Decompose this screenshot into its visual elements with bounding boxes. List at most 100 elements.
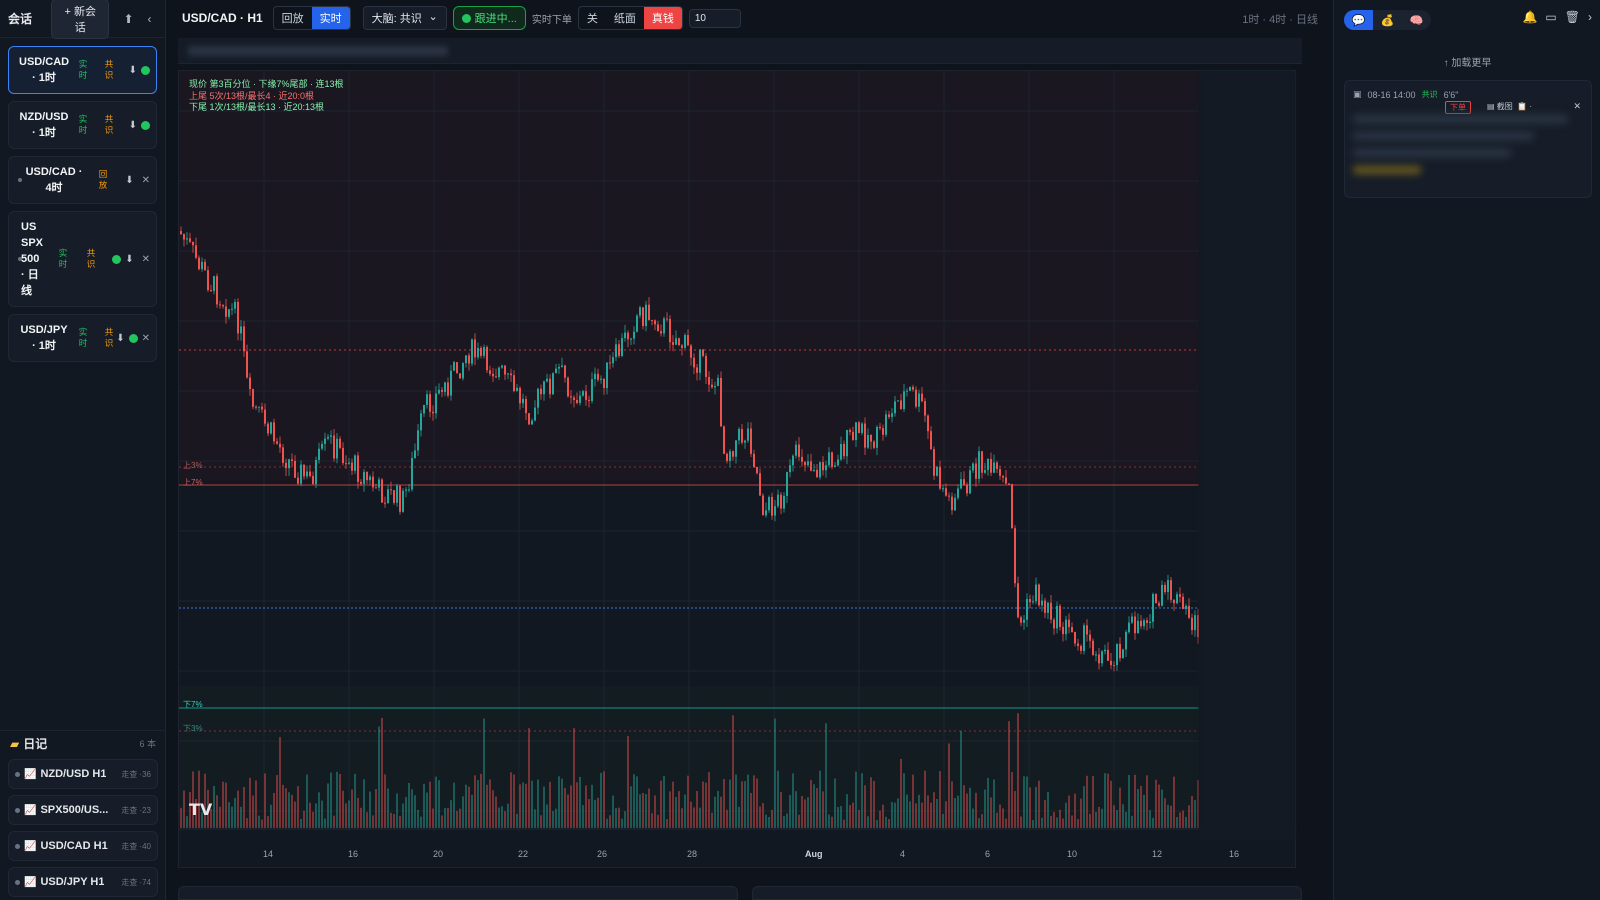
candle-body [687, 334, 689, 346]
screenshot-button[interactable]: ▤ 截图 📋 · [1487, 101, 1532, 112]
message-card[interactable]: ▣ 08-16 14:00 共识 6'6" 下单 ▤ 截图 📋 · ✕ [1344, 80, 1592, 198]
load-more-button[interactable]: ↑ 加载更早 [1334, 54, 1600, 69]
candle-body [681, 345, 683, 348]
bottom-panel-left[interactable] [178, 886, 738, 900]
card-icon[interactable]: ▭ [1545, 10, 1556, 24]
candle-body [438, 389, 440, 394]
download-icon[interactable]: ⬇ [125, 254, 133, 265]
candle-body [1161, 584, 1163, 606]
collapse-sidebar-icon[interactable]: ‹ [142, 12, 157, 26]
volume-bar [897, 798, 899, 828]
order-off-button[interactable]: 关 [579, 7, 606, 29]
volume-bar [1065, 802, 1067, 828]
volume-bar [564, 787, 566, 828]
candle-body [1053, 619, 1055, 629]
candle-body [198, 257, 200, 270]
volume-bar [867, 816, 869, 828]
candle-body [816, 469, 818, 478]
volume-bar [414, 795, 416, 828]
volume-bar [921, 802, 923, 828]
journal-count: 6 本 [139, 739, 156, 749]
session-item-usdcad-4h[interactable]: USD/CAD · 4时 回放 ⬇ ✕ [8, 156, 157, 204]
volume-bar [720, 796, 722, 828]
candle-body [489, 370, 491, 374]
candle-body [1047, 602, 1049, 613]
bell-icon[interactable]: 🔔 [1522, 10, 1537, 24]
timeframe-links[interactable]: 1时 · 4时 · 日线 [1242, 11, 1318, 27]
session-item-usdjpy-1h[interactable]: USD/JPY · 1时 实时 共识 ⬇ ✕ [8, 314, 157, 362]
brain-select[interactable]: 大脑: 共识 ⌄ [362, 6, 447, 30]
trash-icon[interactable]: 🗑 [1565, 10, 1580, 24]
place-order-button[interactable]: 下单 [1445, 101, 1471, 114]
volume-bar [555, 808, 557, 828]
journal-item-name: USD/CAD H1 [40, 840, 108, 852]
follow-label: 跟进中... [474, 13, 517, 25]
order-paper-button[interactable]: 纸面 [606, 7, 644, 29]
candle-body [612, 357, 614, 364]
download-icon[interactable]: ⬇ [129, 120, 137, 131]
volume-bar [963, 785, 965, 828]
volume-bar [585, 785, 587, 828]
journal-item[interactable]: 📈 USD/JPY H1 走查 ·74 [8, 867, 158, 897]
journal-item[interactable]: 📈 SPX500/US... 走查 ·23 [8, 795, 158, 825]
candle-body [1023, 619, 1025, 623]
session-item-spx500-daily[interactable]: US SPX 500 · 日线 实时 共识 ⬇ ✕ [8, 211, 157, 307]
volume-bar [804, 799, 806, 828]
candle-body [978, 451, 980, 479]
volume-bar [753, 775, 755, 828]
band-label-up3: 上3% [183, 461, 203, 470]
close-icon[interactable]: ✕ [142, 254, 150, 265]
chevron-right-icon[interactable]: › [1588, 10, 1592, 24]
candle-body [1038, 584, 1040, 606]
brain-select-value: 大脑: 共识 [371, 13, 422, 25]
session-name: USD/CAD · 4时 [25, 166, 83, 194]
chat-icon[interactable]: 💬 [1344, 10, 1373, 30]
volume-bar [285, 788, 287, 828]
price-chart[interactable]: 现价 第3百分位 · 下缘7%尾部 · 连13根 上尾 5次/13根/最长4 ·… [178, 70, 1297, 868]
download-icon[interactable]: ⬇ [116, 333, 124, 344]
journal-item-name: NZD/USD H1 [40, 768, 107, 780]
candle-body [759, 473, 761, 496]
journal-item[interactable]: 📈 NZD/USD H1 走查 ·36 [8, 759, 158, 789]
volume-bar [723, 778, 725, 828]
candle-body [405, 489, 407, 491]
volume-bar [183, 790, 185, 828]
candle-body [825, 465, 827, 471]
bottom-panel-right[interactable] [752, 886, 1302, 900]
volume-bar [957, 795, 959, 828]
session-item-usdcad-1h[interactable]: USD/CAD · 1时 实时 共识 ⬇ [8, 46, 157, 94]
close-icon[interactable]: ✕ [142, 175, 150, 186]
x-label: 14 [263, 849, 274, 859]
brain-icon[interactable]: 🧠 [1402, 10, 1431, 30]
candle-body [651, 320, 653, 322]
message-extra: 6'6" [1443, 89, 1459, 100]
order-real-button[interactable]: 真钱 [643, 7, 682, 29]
candle-body [885, 414, 887, 435]
replay-mode-button[interactable]: 回放 [274, 7, 312, 29]
volume-bar [618, 807, 620, 828]
money-bag-icon[interactable]: 💰 [1373, 10, 1402, 30]
quantity-input[interactable] [688, 8, 741, 28]
volume-bar [624, 811, 626, 828]
close-icon[interactable]: ✕ [1573, 101, 1581, 112]
volume-bar [381, 717, 383, 828]
close-icon[interactable]: ✕ [142, 333, 150, 344]
new-session-button[interactable]: + 新会话 [51, 0, 110, 39]
download-icon[interactable]: ⬇ [125, 175, 133, 186]
candle-body [1182, 596, 1184, 609]
session-item-nzdusd-1h[interactable]: NZD/USD · 1时 实时 共识 ⬇ [8, 101, 157, 149]
follow-button[interactable]: 跟进中... [452, 6, 526, 30]
volume-bar [252, 795, 254, 828]
volume-bar [369, 791, 371, 828]
journal-item-meta: 走查 ·74 [121, 877, 151, 887]
journal-folder-icon: ▰ [10, 736, 20, 751]
journal-item[interactable]: 📈 USD/CAD H1 走查 ·40 [8, 831, 158, 861]
volume-bar [249, 777, 251, 828]
candle-body [1095, 654, 1097, 656]
volume-bar [213, 785, 215, 828]
upload-icon[interactable]: ⬆ [121, 12, 136, 26]
message-tag: 共识 [1421, 90, 1438, 99]
candle-body [900, 400, 902, 410]
download-icon[interactable]: ⬇ [129, 65, 137, 76]
live-mode-button[interactable]: 实时 [311, 7, 350, 29]
